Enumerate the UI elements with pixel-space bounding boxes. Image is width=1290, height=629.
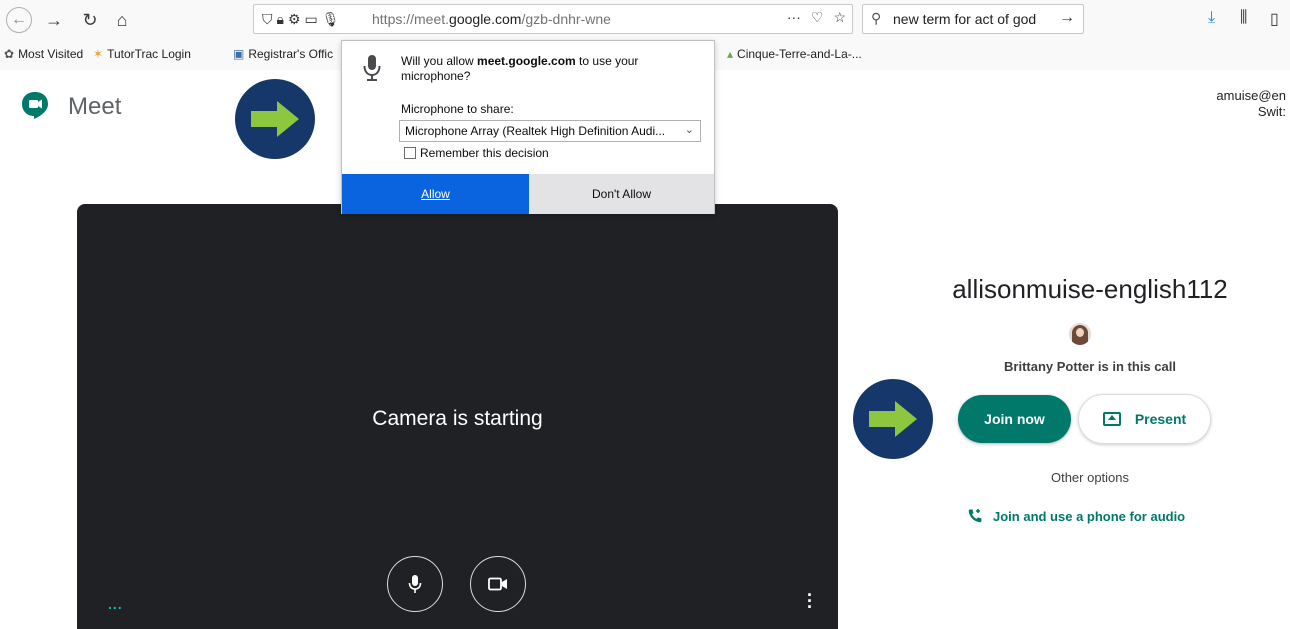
remember-decision[interactable]: Remember this decision: [404, 146, 549, 160]
camera-icon: [488, 577, 507, 591]
url-site-icons: ⛉ 🔒︎ ⚙︎ ▭ 🎙︎: [262, 9, 340, 29]
camera-toggle-button[interactable]: [470, 556, 526, 612]
url-path: /gzb-dnhr-wne: [521, 11, 611, 27]
chat-icon[interactable]: ▭: [305, 11, 318, 28]
dont-allow-button[interactable]: Don't Allow: [529, 174, 714, 214]
back-button[interactable]: ←: [6, 7, 32, 33]
account-info: amuise@en Swit:: [1216, 88, 1286, 120]
video-preview: Camera is starting ... · · ·: [77, 204, 838, 629]
url-host: google.com: [449, 11, 522, 27]
present-button[interactable]: Present: [1078, 394, 1211, 444]
search-bar[interactable]: ⚲ new term for act of god →: [862, 4, 1084, 34]
video-options-dots[interactable]: ...: [108, 596, 123, 612]
search-input[interactable]: new term for act of god: [893, 11, 1036, 27]
pocket-icon[interactable]: ♡: [811, 9, 824, 26]
page-actions-icon[interactable]: ···: [787, 9, 801, 26]
shield-icon[interactable]: ⛉: [262, 11, 273, 28]
arrow-right-icon: [251, 101, 299, 137]
arrow-right-icon: →: [45, 9, 63, 30]
avatar: [1069, 323, 1091, 345]
url-actions: ··· ♡ ☆: [787, 9, 846, 26]
home-icon: ⌂: [116, 9, 128, 30]
browser-toolbar: ← → ↻ ⌂ ⛉ 🔒︎ ⚙︎ ▭ 🎙︎ https://meet.google…: [0, 0, 1290, 40]
bookmark-label: TutorTrac Login: [107, 47, 191, 61]
other-options-heading: Other options: [1050, 470, 1130, 485]
join-now-label: Join now: [984, 411, 1045, 427]
bookmark-most-visited[interactable]: ✿ Most Visited: [4, 47, 83, 61]
arrow-right-icon: [869, 401, 917, 437]
search-go-icon[interactable]: →: [1059, 9, 1075, 27]
home-button[interactable]: ⌂: [110, 8, 134, 32]
bookmark-label: Registrar's Offic: [248, 47, 334, 61]
meet-title: Meet: [68, 93, 122, 120]
join-now-button[interactable]: Join now: [958, 395, 1071, 443]
permission-question: Will you allow meet.google.com to use yo…: [401, 54, 639, 83]
star-icon: ✶: [93, 47, 104, 61]
permission-host: meet.google.com: [477, 54, 576, 68]
account-email: amuise@en: [1216, 88, 1286, 103]
microphone-label: Microphone to share:: [401, 102, 514, 116]
remember-checkbox[interactable]: [404, 147, 416, 159]
meeting-name: allisonmuise-english112: [952, 274, 1228, 304]
chevron-down-icon: ⌄: [684, 124, 694, 136]
microphone-icon: [408, 575, 422, 593]
lock-icon[interactable]: 🔒︎: [277, 11, 284, 28]
remember-label: Remember this decision: [420, 146, 549, 160]
microphone-toggle-button[interactable]: [387, 556, 443, 612]
phone-icon: [968, 509, 982, 523]
bookmark-tutortrac[interactable]: ✶ TutorTrac Login: [93, 47, 191, 61]
url-bar[interactable]: ⛉ 🔒︎ ⚙︎ ▭ 🎙︎ https://meet.google.com/gzb…: [253, 4, 853, 34]
reload-button[interactable]: ↻: [78, 8, 102, 32]
more-vert-icon[interactable]: · · ·: [807, 586, 813, 616]
bookmark-label: Most Visited: [18, 47, 84, 61]
microphone-icon: [363, 55, 381, 81]
bookmark-label: Cinque-Terre-and-La-...: [737, 47, 862, 61]
allow-button[interactable]: Allow: [342, 174, 529, 214]
present-icon: [1102, 412, 1121, 426]
phone-link-label: Join and use a phone for audio: [993, 508, 1186, 524]
gear-icon: ✿: [4, 47, 15, 61]
bookmark-star-icon[interactable]: ☆: [833, 9, 846, 26]
forward-button[interactable]: →: [42, 8, 66, 32]
arrow-left-icon: ←: [11, 11, 27, 28]
camera-status: Camera is starting: [372, 407, 543, 430]
bookmark-registrar[interactable]: ▣ Registrar's Offic: [233, 47, 333, 61]
arrow-badge-top: [235, 79, 315, 159]
url-text[interactable]: https://meet.google.com/gzb-dnhr-wne: [372, 11, 611, 27]
permissions-icon[interactable]: ⚙︎: [288, 11, 301, 28]
microphone-permission-popup: Will you allow meet.google.com to use yo…: [341, 40, 715, 214]
microphone-icon[interactable]: 🎙︎: [322, 11, 340, 28]
search-icon: ⚲: [871, 10, 882, 26]
sidebar-icon[interactable]: ▯: [1270, 9, 1279, 29]
microphone-selected: Microphone Array (Realtek High Definitio…: [405, 124, 666, 138]
switch-account-link[interactable]: Swit:: [1216, 104, 1286, 120]
download-icon[interactable]: ⤓: [1208, 9, 1215, 27]
page-icon: ▣: [233, 47, 245, 61]
microphone-select[interactable]: Microphone Array (Realtek High Definitio…: [399, 120, 701, 142]
present-label: Present: [1134, 411, 1187, 427]
participants-text: Brittany Potter is in this call: [1004, 359, 1176, 374]
library-icon[interactable]: ⫼: [1240, 9, 1247, 27]
arrow-badge-join: [853, 379, 933, 459]
meet-logo-icon: [22, 92, 48, 119]
reload-icon: ↻: [82, 9, 98, 30]
join-phone-audio-link[interactable]: Join and use a phone for audio: [967, 508, 1185, 524]
landscape-icon: ▴: [727, 47, 734, 61]
bookmark-cinque-terre[interactable]: ▴ Cinque-Terre-and-La-...: [727, 47, 862, 61]
